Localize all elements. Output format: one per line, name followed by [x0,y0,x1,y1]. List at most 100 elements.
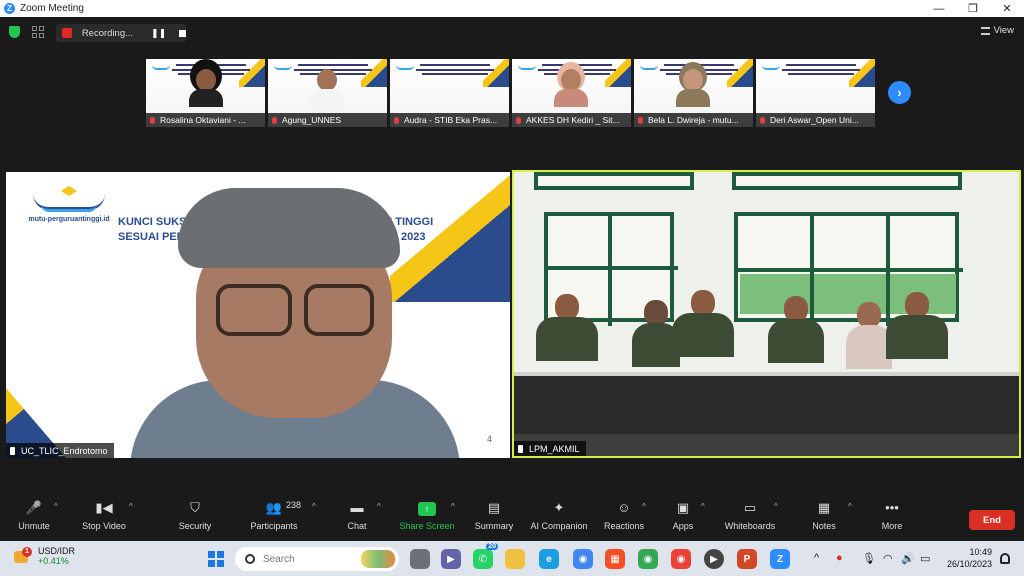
chat-bubble-icon: ▬ [350,500,364,515]
security-shield-icon: ⛉ [190,500,200,515]
participant-video [554,69,588,113]
participant-thumbnail[interactable]: Audra - STIB Eka Pras... [390,59,509,127]
participant-thumbnail[interactable]: Bela L. Dwireja - mutu... [634,59,753,127]
volume-icon[interactable]: 🔊 [901,552,915,565]
stop-video-button[interactable]: ▮◀ Stop Video ^ [64,500,144,531]
muted-mic-icon [516,116,521,124]
participant-thumbnail[interactable]: AKKES DH Kediri _ Sit... [512,59,631,127]
apps-options-caret[interactable]: ^ [701,502,705,511]
participant-count: 238 [286,500,302,510]
wifi-icon[interactable]: ◠ [883,552,893,565]
whiteboards-label: Whiteboards [724,521,776,531]
window-title: Zoom Meeting [20,3,84,14]
view-layout-icon [980,26,990,35]
recording-label: Recording... [81,27,134,39]
participant-person [768,296,824,363]
security-button[interactable]: ⛉ Security [155,500,235,531]
participants-label: Participants [250,521,298,531]
participant-thumbnail[interactable]: Deri Aswar_Open Uni... [756,59,875,127]
security-label: Security [178,521,212,531]
powerpoint-icon[interactable]: P [737,549,757,569]
stop-recording-button[interactable] [179,29,186,37]
search-icon [245,554,255,564]
close-button[interactable]: ✕ [990,0,1024,17]
next-page-arrow-button[interactable]: › [888,81,911,104]
clock-date: 26/10/2023 [946,559,992,569]
more-button[interactable]: ••• More [852,500,932,531]
whatsapp-icon[interactable]: ✆ 20 [473,543,498,569]
file-explorer-icon[interactable] [505,549,525,569]
windows-start-icon[interactable] [208,551,224,567]
meeting-info-grid-icon[interactable] [32,26,44,38]
unmute-options-caret[interactable]: ^ [54,502,58,511]
system-clock[interactable]: 10:49 26/10/2023 [947,546,992,570]
participant-name: Audra - STIB Eka Pras... [404,115,498,125]
chrome-alt-icon[interactable]: ◉ [671,549,691,569]
chat-label: Chat [347,521,367,531]
participants-button[interactable]: 👥 238 Participants ^ [234,500,316,531]
taskbar-search[interactable] [235,547,399,571]
participants-options-caret[interactable]: ^ [312,502,316,511]
search-highlight-image [361,550,395,568]
muted-mic-icon [394,116,399,124]
unmute-button[interactable]: 🎤 Unmute ^ [0,500,74,531]
muted-mic-icon [150,116,155,124]
encryption-shield-icon[interactable] [9,26,20,38]
view-label: View [993,25,1014,36]
network-alert-icon[interactable]: ● [836,552,843,564]
stock-ticker-widget[interactable]: 1 USD/IDR +0.41% [14,546,75,566]
participant-name: UC_TLIC_Endrotomo [21,445,108,456]
windows-taskbar: 1 USD/IDR +0.41% ▶ ✆20 e ◉ ▦ ◉ ◉ ▶ P Z ^… [0,541,1024,576]
pin-icon [518,444,523,453]
edge-browser-icon[interactable]: e [539,549,559,569]
participant-name: Agung_UNNES [282,115,342,125]
stop-video-label: Stop Video [82,521,126,531]
participant-name: Deri Aswar_Open Uni... [770,115,859,125]
task-view-icon[interactable] [410,549,430,569]
participant-video [189,69,223,113]
video-tile-active[interactable]: LPM_AKMIL [512,170,1021,458]
slide-logo-url: mutu-perguruantinggi.id [28,216,110,223]
video-tile-speaker[interactable]: mutu-perguruantinggi.id KE KUNCI SUKSES … [6,172,510,458]
record-icon [62,28,72,38]
more-label: More [881,521,903,531]
participant-thumbnail[interactable]: Agung_UNNES [268,59,387,127]
participants-icon: 👥 [265,500,283,515]
microsoft-store-icon[interactable]: ▦ [605,549,625,569]
participant-person [672,290,734,357]
microphone-tray-icon[interactable]: 🎙 [862,552,876,565]
battery-icon[interactable]: ▭ [920,552,930,565]
chat-button[interactable]: ▬ Chat ^ [317,500,397,531]
ticker-name: USD/IDR [38,546,76,556]
meet-icon[interactable]: ▶ [441,549,461,569]
zoom-logo-icon: Z [4,3,15,14]
floor [514,434,1019,456]
minimize-button[interactable]: — [922,0,956,17]
participant-video [310,69,344,113]
media-player-icon[interactable]: ▶ [704,549,724,569]
maximize-button[interactable]: ❐ [956,0,990,17]
participant-person [886,292,948,359]
chrome-icon[interactable]: ◉ [573,549,593,569]
participant-thumbnail[interactable]: Rosalina Oktaviani - ... [146,59,265,127]
end-meeting-button[interactable]: End [969,510,1015,530]
muted-mic-icon [638,116,643,124]
search-input[interactable] [263,553,353,565]
tray-overflow-caret[interactable]: ^ [814,552,819,564]
participant-name-caption: UC_TLIC_Endrotomo [6,443,114,458]
chat-options-caret[interactable]: ^ [377,502,381,511]
view-button[interactable]: View [980,25,1014,36]
whiteboards-button[interactable]: ▭ Whiteboards ^ [710,500,790,531]
clock-time: 10:49 [969,547,992,557]
zoom-taskbar-icon[interactable]: Z [770,549,790,569]
pause-recording-button[interactable]: ❚❚ [151,28,166,39]
pin-icon [10,446,15,455]
video-options-caret[interactable]: ^ [129,502,133,511]
whiteboard-icon: ▭ [743,500,757,515]
whiteboards-options-caret[interactable]: ^ [774,502,778,511]
participant-person [536,294,598,361]
muted-mic-icon [272,116,277,124]
chrome-profile-icon[interactable]: ◉ [638,549,658,569]
participant-thumbnail-strip: Rosalina Oktaviani - ... Agung_UNNES Aud… [146,59,875,127]
notification-bell-icon[interactable] [1000,553,1010,564]
